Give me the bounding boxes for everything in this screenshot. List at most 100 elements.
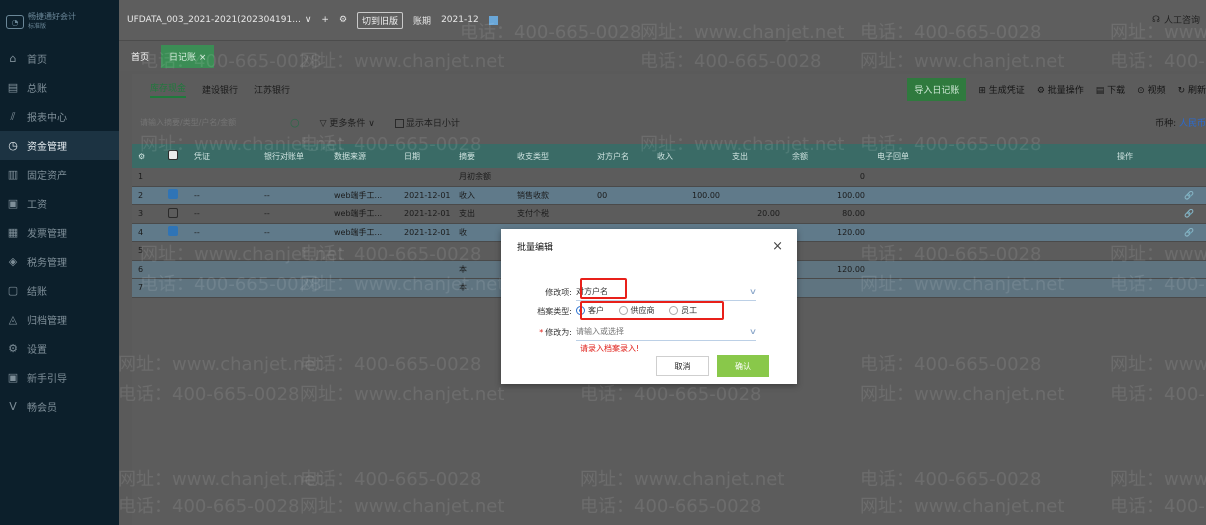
more-conditions-button[interactable]: ▽ 更多条件 ∨ [320, 116, 375, 129]
table-cell-voucher: -- [194, 227, 200, 237]
batch-operation-button[interactable]: ⚙ 批量操作 [1037, 83, 1084, 96]
tab-cash[interactable]: 库存现金 [150, 81, 187, 98]
chevron-down-icon: ∨ [748, 327, 758, 336]
search-icon[interactable]: ○ [290, 116, 300, 129]
sidebar-item[interactable]: ◈ 税务管理 [0, 247, 119, 276]
sidebar-item-label: 新手引导 [27, 374, 67, 385]
column-header: 银行对账单 [264, 151, 304, 161]
action-toolbar: 导入日记账 ⊞ 生成凭证 ⚙ 批量操作 ▤ 下载 ⊙ 视频 ↻ 刷新 [907, 78, 1206, 101]
video-button[interactable]: ⊙ 视频 [1137, 83, 1165, 96]
table-cell-source: web端手工... [334, 227, 383, 237]
table-cell-no: 1 [138, 172, 144, 182]
row-checkbox[interactable] [162, 207, 188, 220]
sidebar-item[interactable]: ⚙ 设置 [0, 334, 119, 363]
filter-icon: ▽ [319, 118, 330, 129]
table-cell-date: 2021-12-01 [404, 227, 451, 237]
table-cell-income: 100.00 [692, 190, 720, 200]
column-header: 操作 [1117, 151, 1133, 161]
table-row[interactable]: 3 -- -- web端手工... 2021-12-01 支出 支付个税 20.00 80.00… [132, 205, 1206, 224]
sidebar-item[interactable]: ▢ 结账 [0, 276, 119, 305]
confirm-button[interactable]: 确认 [717, 355, 769, 377]
refresh-button[interactable]: ↻ 刷新 [1178, 83, 1206, 96]
sidebar-item[interactable]: ▣ 工资 [0, 189, 119, 218]
calendar-icon[interactable] [488, 15, 498, 25]
sidebar-item[interactable]: ▦ 发票管理 [0, 218, 119, 247]
sidebar: ◔ 畅捷通好会计 标准版 ⌂ 首页 ▤ 总账 ⫽ 报表中心 ◷ 资金管理 ▥ 固定资产 ▣ 工资 ▦ 发票… [0, 0, 119, 525]
column-header: 凭证 [194, 151, 210, 161]
chevron-down-icon: ∨ [365, 118, 375, 129]
archive-icon: ◬ [8, 313, 18, 326]
table-row[interactable]: 1 月初余额 0 [132, 168, 1206, 187]
import-journal-button[interactable]: 导入日记账 [907, 78, 967, 101]
table-cell-bank: -- [264, 209, 270, 219]
table-cell-type: 支付个税 [517, 209, 549, 219]
currency-selector[interactable]: 币种: 人民币 [1155, 116, 1206, 129]
add-icon[interactable]: + [321, 15, 329, 25]
headset-icon: ☊ [1151, 14, 1160, 25]
report-icon: ⫽ [10, 109, 16, 123]
table-cell-expense: 20.00 [757, 209, 780, 219]
cancel-button[interactable]: 取消 [656, 356, 709, 376]
tab-jsb[interactable]: 江苏银行 [254, 83, 290, 96]
table-row[interactable]: 2 -- -- web端手工... 2021-12-01 收入 销售收款 00 100.00 10… [132, 186, 1206, 205]
play-icon: ⊙ [1137, 86, 1148, 96]
table-cell-bank: -- [264, 227, 270, 237]
row-checkbox[interactable] [162, 226, 188, 238]
highlight-box [580, 301, 724, 320]
show-daily-subtotal-checkbox[interactable]: 显示本日小计 [394, 116, 460, 129]
account-selector[interactable]: UFDATA_003_2021-2021(202304191... ∨ [127, 15, 311, 25]
switch-old-version-button[interactable]: 切到旧版 [357, 11, 404, 29]
sidebar-item[interactable]: ▥ 固定资产 [0, 160, 119, 189]
table-cell-source: web端手工... [334, 190, 383, 200]
sidebar-item-label: 首页 [27, 55, 47, 66]
sidebar-item[interactable]: V 畅会员 [0, 392, 119, 421]
sidebar-item-label: 税务管理 [27, 258, 67, 269]
sidebar-item[interactable]: ▣ 新手引导 [0, 363, 119, 392]
table-cell-type: 销售收款 [517, 190, 549, 200]
tab-home[interactable]: 首页 [131, 48, 149, 65]
tab-journal[interactable]: 日记账 × [161, 44, 215, 68]
download-button[interactable]: ▤ 下载 [1096, 83, 1125, 96]
period-value[interactable]: 2021-12 [441, 15, 479, 25]
modify-to-input[interactable] [576, 327, 726, 336]
ledger-icon: ▤ [7, 81, 19, 94]
sidebar-item[interactable]: ◷ 资金管理 [0, 131, 119, 160]
table-cell-balance: 80.00 [842, 209, 865, 219]
checkout-icon: ▢ [7, 284, 19, 297]
close-icon[interactable]: × [772, 239, 783, 254]
column-settings-icon[interactable]: ⚙ [132, 152, 162, 161]
select-all-checkbox[interactable] [162, 150, 188, 162]
batch-icon: ⚙ [1036, 86, 1048, 96]
sidebar-item-label: 工资 [27, 200, 47, 211]
salary-icon: ▣ [7, 197, 19, 210]
gear-icon[interactable]: ⚙ [339, 15, 347, 25]
table-cell-no: 3 [138, 209, 144, 219]
column-header: 电子回单 [877, 151, 909, 161]
column-header: 支出 [732, 151, 748, 161]
logo-title: 畅捷通好会计 [28, 12, 76, 21]
dialog-title: 批量编辑 [517, 242, 554, 253]
link-icon[interactable]: 🔗 [1111, 191, 1206, 200]
sidebar-item-label: 资金管理 [27, 142, 67, 153]
column-header: 数据来源 [334, 151, 366, 161]
search-input[interactable] [140, 113, 270, 131]
sidebar-item[interactable]: ⌂ 首页 [0, 44, 119, 73]
generate-voucher-button[interactable]: ⊞ 生成凭证 [978, 83, 1024, 96]
support-button[interactable]: ☊ 人工咨询 [1151, 13, 1200, 27]
chevron-down-icon: ∨ [748, 287, 758, 296]
modify-to-select[interactable]: ∨ [576, 323, 758, 341]
column-header: 日期 [404, 151, 420, 161]
sidebar-item[interactable]: ▤ 总账 [0, 73, 119, 102]
column-header: 对方户名 [597, 151, 629, 161]
link-icon[interactable]: 🔗 [1111, 228, 1206, 237]
column-header: 余额 [792, 151, 808, 161]
assets-icon: ▥ [7, 168, 19, 181]
sidebar-item[interactable]: ⫽ 报表中心 [0, 102, 119, 131]
invoice-icon: ▦ [7, 226, 19, 239]
tab-ccb[interactable]: 建设银行 [202, 83, 238, 96]
sidebar-item[interactable]: ◬ 归档管理 [0, 305, 119, 334]
row-checkbox[interactable] [162, 189, 188, 201]
funds-icon: ◷ [8, 139, 18, 152]
table-cell-party: 00 [597, 190, 608, 200]
link-icon[interactable]: 🔗 [1111, 209, 1206, 218]
